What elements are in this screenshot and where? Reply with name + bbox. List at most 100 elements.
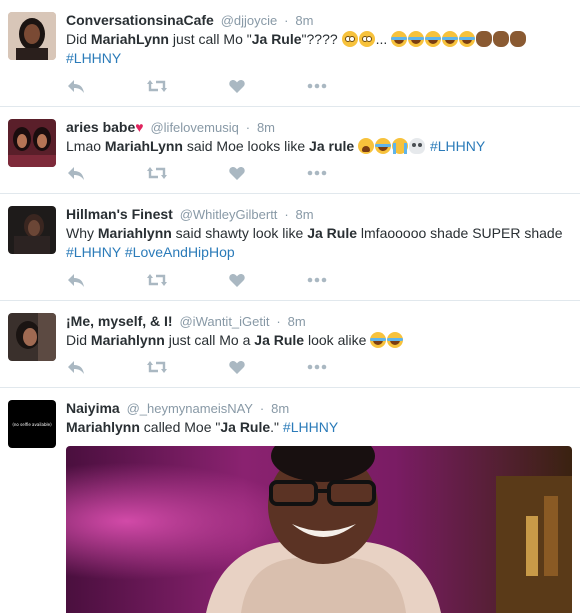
user-handle[interactable]: @WhitleyGilbertt bbox=[180, 207, 278, 222]
more-icon bbox=[306, 164, 330, 182]
like-button[interactable] bbox=[228, 164, 252, 182]
tweet[interactable]: ¡Me, myself, & I! @iWantit_iGetit · 8m D… bbox=[0, 301, 580, 388]
hashtag-link[interactable]: #LoveAndHipHop bbox=[125, 244, 235, 260]
display-name[interactable]: Naiyima bbox=[66, 400, 120, 416]
retweet-button[interactable] bbox=[146, 77, 170, 95]
avatar[interactable] bbox=[8, 206, 56, 254]
text-segment: Lmao bbox=[66, 138, 105, 154]
avatar-placeholder-text: (no selfie available) bbox=[12, 421, 52, 427]
hashtag-link[interactable]: #LHHNY bbox=[430, 138, 485, 154]
highlighted-text: Ja Rule bbox=[307, 225, 358, 241]
retweet-button[interactable] bbox=[146, 164, 170, 182]
user-handle[interactable]: @iWantit_iGetit bbox=[179, 314, 269, 329]
more-button[interactable] bbox=[306, 77, 330, 95]
text-segment: said shawty look like bbox=[171, 225, 308, 241]
tweet[interactable]: aries babe♥ @lifelovemusiq · 8m Lmao Mar… bbox=[0, 107, 580, 194]
like-button[interactable] bbox=[228, 77, 252, 95]
text-segment: "???? bbox=[301, 31, 342, 47]
reply-icon bbox=[66, 358, 90, 376]
tweet-header: ConversationsinaCafe @djjoycie · 8m bbox=[66, 10, 574, 30]
highlighted-text: MariahLynn bbox=[104, 138, 183, 154]
user-handle[interactable]: @djjoycie bbox=[221, 13, 278, 28]
more-button[interactable] bbox=[306, 164, 330, 182]
retweet-button[interactable] bbox=[146, 271, 170, 289]
text-segment: called Moe " bbox=[139, 419, 221, 435]
timestamp[interactable]: 8m bbox=[296, 207, 314, 222]
tweet-text: Lmao MariahLynn said Moe looks like Ja r… bbox=[66, 137, 574, 156]
more-icon bbox=[306, 271, 330, 289]
reply-button[interactable] bbox=[66, 358, 90, 376]
avatar[interactable] bbox=[8, 12, 56, 60]
tears-of-joy-emoji bbox=[387, 332, 404, 348]
text-segment: look alike bbox=[304, 332, 371, 348]
text-segment: Did bbox=[66, 31, 91, 47]
hashtag-link[interactable]: #LHHNY bbox=[66, 50, 121, 66]
highlighted-text: Mariahlynn bbox=[90, 332, 165, 348]
tweet-actions bbox=[66, 358, 366, 376]
display-name[interactable]: ConversationsinaCafe bbox=[66, 12, 214, 28]
like-button[interactable] bbox=[228, 358, 252, 376]
flushed-face-emoji bbox=[358, 31, 375, 47]
display-name[interactable]: Hillman's Finest bbox=[66, 206, 173, 222]
text-segment: ." bbox=[270, 419, 283, 435]
user-handle[interactable]: @lifelovemusiq bbox=[150, 120, 238, 135]
timestamp[interactable]: 8m bbox=[271, 401, 289, 416]
user-handle[interactable]: @_heymynameisNAY bbox=[127, 401, 253, 416]
tired-face-emoji bbox=[358, 138, 375, 154]
retweet-icon bbox=[146, 271, 170, 289]
tweet[interactable]: Hillman's Finest @WhitleyGilbertt · 8m W… bbox=[0, 194, 580, 301]
highlighted-text: Mariahlynn bbox=[97, 225, 172, 241]
tweet-actions bbox=[66, 164, 366, 182]
hashtag-link[interactable]: #LHHNY bbox=[283, 419, 338, 435]
text-segment: just call Mo a bbox=[164, 332, 255, 348]
clapping-hands-emoji bbox=[493, 31, 510, 47]
separator: · bbox=[284, 13, 289, 28]
timestamp[interactable]: 8m bbox=[257, 120, 275, 135]
reply-icon bbox=[66, 271, 90, 289]
reply-button[interactable] bbox=[66, 271, 90, 289]
separator: · bbox=[276, 314, 281, 329]
tweet-text: Did MariahLynn just call Mo "Ja Rule"???… bbox=[66, 30, 574, 68]
tears-of-joy-emoji bbox=[375, 138, 392, 154]
hashtag-link[interactable]: #LHHNY bbox=[66, 244, 121, 260]
more-button[interactable] bbox=[306, 271, 330, 289]
tweet-text: Did Mariahlynn just call Mo a Ja Rule lo… bbox=[66, 331, 574, 350]
tweet-header: ¡Me, myself, & I! @iWantit_iGetit · 8m bbox=[66, 311, 574, 331]
display-name[interactable]: ¡Me, myself, & I! bbox=[66, 313, 173, 329]
highlighted-text: Ja Rule bbox=[254, 332, 305, 348]
heart-icon bbox=[228, 271, 252, 289]
tweet-actions bbox=[66, 77, 366, 95]
skull-emoji bbox=[409, 138, 426, 154]
highlighted-text: Ja Rule bbox=[251, 31, 302, 47]
tweet-media-image[interactable] bbox=[66, 446, 572, 613]
like-button[interactable] bbox=[228, 271, 252, 289]
clapping-hands-emoji bbox=[476, 31, 493, 47]
text-segment: said Moe looks like bbox=[182, 138, 310, 154]
avatar[interactable] bbox=[8, 313, 56, 361]
heart-icon bbox=[228, 358, 252, 376]
text-segment: Did bbox=[66, 332, 91, 348]
tweet-text: Mariahlynn called Moe "Ja Rule." #LHHNY bbox=[66, 418, 574, 437]
highlighted-text: Ja Rule bbox=[220, 419, 271, 435]
timestamp[interactable]: 8m bbox=[288, 314, 306, 329]
tweet[interactable]: ConversationsinaCafe @djjoycie · 8m Did … bbox=[0, 0, 580, 107]
heart-icon bbox=[228, 77, 252, 95]
retweet-button[interactable] bbox=[146, 358, 170, 376]
highlighted-text: MariahLynn bbox=[90, 31, 169, 47]
separator: · bbox=[245, 120, 251, 135]
reply-button[interactable] bbox=[66, 164, 90, 182]
display-name[interactable]: aries babe bbox=[66, 119, 135, 135]
avatar[interactable]: (no selfie available) bbox=[8, 400, 56, 448]
reply-button[interactable] bbox=[66, 77, 90, 95]
text-segment: ... bbox=[375, 31, 392, 47]
reply-icon bbox=[66, 164, 90, 182]
text-segment: just call Mo " bbox=[168, 31, 252, 47]
more-button[interactable] bbox=[306, 358, 330, 376]
retweet-icon bbox=[146, 77, 170, 95]
tears-of-joy-emoji bbox=[370, 332, 387, 348]
separator: · bbox=[284, 207, 289, 222]
avatar[interactable] bbox=[8, 119, 56, 167]
timestamp[interactable]: 8m bbox=[295, 13, 313, 28]
clapping-hands-emoji bbox=[510, 31, 527, 47]
text-segment: Why bbox=[66, 225, 98, 241]
